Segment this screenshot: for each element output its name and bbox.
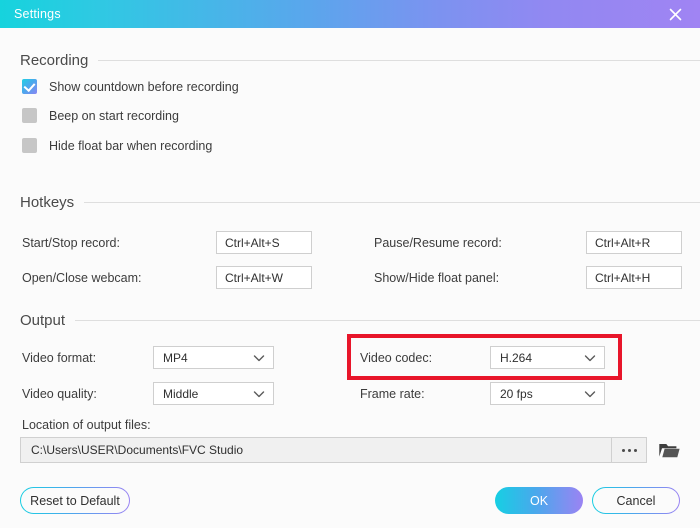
button-label: OK	[529, 493, 549, 508]
label-location-of-output-files: Location of output files:	[22, 418, 151, 432]
section-hotkeys-header: Hotkeys	[20, 194, 700, 211]
input-value: Ctrl+Alt+W	[225, 270, 284, 285]
label-video-codec: Video codec:	[360, 351, 433, 365]
checkbox-label: Show countdown before recording	[49, 79, 239, 94]
section-output-header: Output	[20, 312, 700, 329]
ellipsis-icon	[621, 448, 625, 452]
label-pause-resume-record: Pause/Resume record:	[374, 236, 502, 250]
chevron-down-icon	[253, 354, 265, 361]
dropdown-value: 20 fps	[500, 386, 533, 401]
button-label: Cancel	[616, 493, 656, 508]
chevron-down-icon	[253, 390, 265, 397]
dropdown-video-codec[interactable]: H.264	[490, 346, 605, 369]
footer-bar: Reset to Default OK Cancel	[0, 478, 700, 528]
folder-open-icon	[659, 443, 680, 457]
chevron-down-icon	[584, 390, 596, 397]
reset-to-default-button[interactable]: Reset to Default	[20, 487, 130, 514]
dropdown-video-format[interactable]: MP4	[153, 346, 274, 369]
input-open-close-webcam[interactable]: Ctrl+Alt+W	[216, 266, 312, 289]
label-show-hide-float-panel: Show/Hide float panel:	[374, 271, 500, 285]
input-output-location[interactable]: C:\Users\USER\Documents\FVC Studio	[20, 437, 647, 463]
section-divider	[98, 60, 700, 61]
input-pause-resume-record[interactable]: Ctrl+Alt+R	[586, 231, 682, 254]
label-frame-rate: Frame rate:	[360, 387, 425, 401]
input-start-stop-record[interactable]: Ctrl+Alt+S	[216, 231, 312, 254]
section-hotkeys-title: Hotkeys	[20, 194, 75, 211]
checkbox-label: Hide float bar when recording	[49, 138, 213, 153]
section-divider	[84, 202, 700, 203]
title-bar: Settings	[0, 0, 700, 28]
section-recording-header: Recording	[20, 52, 700, 69]
label-start-stop-record: Start/Stop record:	[22, 236, 120, 250]
dropdown-value: H.264	[500, 350, 533, 365]
dropdown-value: Middle	[163, 386, 199, 401]
checkbox-beep-on-start[interactable]: Beep on start recording	[22, 108, 179, 123]
dropdown-value: MP4	[163, 350, 188, 365]
checkbox-hide-float-bar[interactable]: Hide float bar when recording	[22, 138, 212, 153]
open-folder-button[interactable]	[655, 437, 683, 463]
checkbox-unchecked-icon	[22, 138, 37, 153]
dropdown-video-quality[interactable]: Middle	[153, 382, 274, 405]
checkbox-show-countdown[interactable]: Show countdown before recording	[22, 79, 239, 94]
input-value: Ctrl+Alt+H	[595, 270, 651, 285]
output-location-value: C:\Users\USER\Documents\FVC Studio	[31, 443, 244, 457]
section-divider	[75, 320, 700, 321]
settings-body: Recording Show countdown before recordin…	[0, 28, 700, 528]
input-value: Ctrl+Alt+R	[595, 235, 651, 250]
close-icon	[669, 8, 681, 20]
ok-button[interactable]: OK	[495, 487, 583, 514]
label-open-close-webcam: Open/Close webcam:	[22, 271, 142, 285]
chevron-down-icon	[584, 354, 596, 361]
label-video-quality: Video quality:	[22, 387, 97, 401]
browse-button[interactable]	[611, 438, 646, 462]
section-output-title: Output	[20, 312, 66, 329]
section-recording-title: Recording	[20, 52, 89, 69]
label-video-format: Video format:	[22, 351, 97, 365]
input-show-hide-float-panel[interactable]: Ctrl+Alt+H	[586, 266, 682, 289]
checkbox-unchecked-icon	[22, 108, 37, 123]
cancel-button[interactable]: Cancel	[592, 487, 680, 514]
ellipsis-icon	[627, 448, 631, 452]
ellipsis-icon	[633, 448, 637, 452]
dropdown-frame-rate[interactable]: 20 fps	[490, 382, 605, 405]
checkbox-checked-icon	[22, 79, 37, 94]
window-title: Settings	[14, 7, 61, 21]
input-value: Ctrl+Alt+S	[225, 235, 280, 250]
button-label: Reset to Default	[30, 493, 120, 508]
checkbox-label: Beep on start recording	[49, 108, 179, 123]
close-button[interactable]	[660, 0, 690, 28]
settings-dialog: Settings Recording Show countdown before…	[0, 0, 700, 528]
